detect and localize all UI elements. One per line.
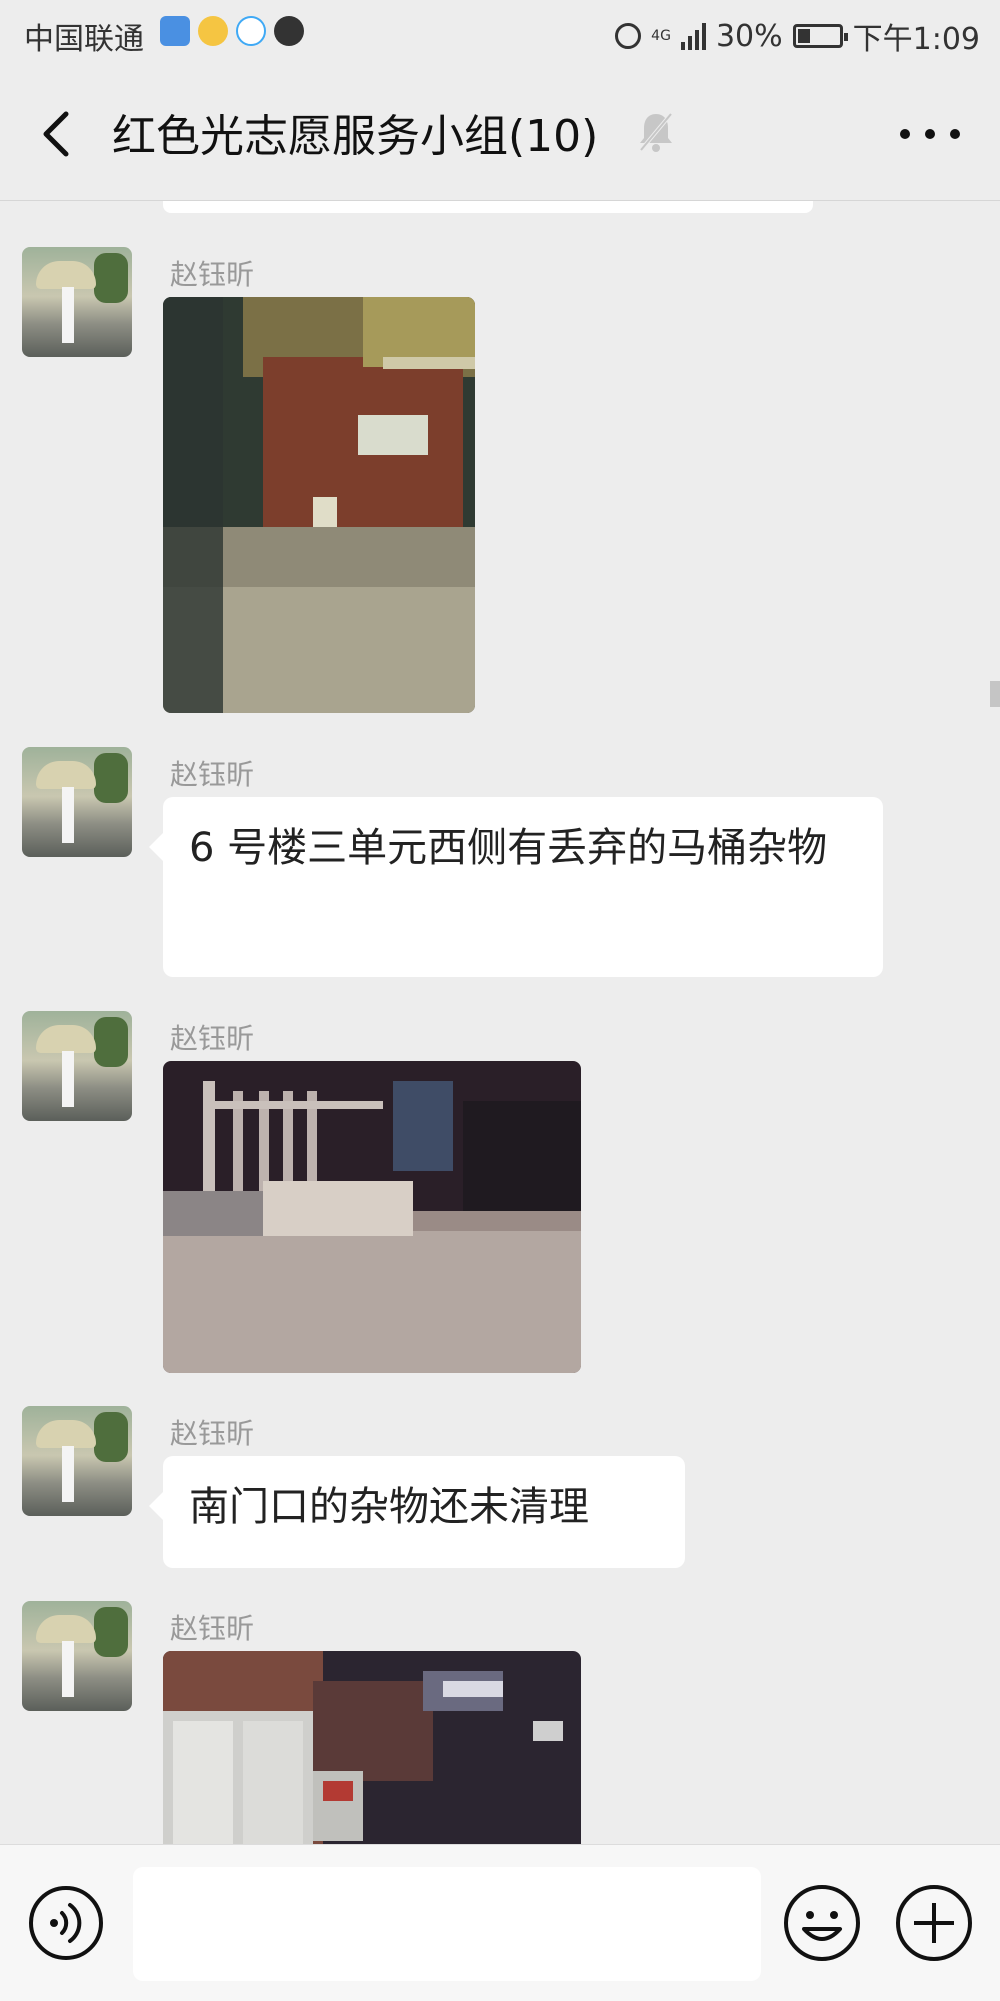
chat-header: 红色光志愿服务小组(10) xyxy=(0,66,1000,201)
alarm-icon xyxy=(615,23,642,49)
status-right: 4G 30% 下午1:09 xyxy=(615,14,980,58)
battery-icon xyxy=(792,24,848,48)
voice-icon xyxy=(29,1886,103,1960)
clock: 下午1:09 xyxy=(852,22,980,57)
signal-icon xyxy=(680,22,706,50)
photo-storefront-night xyxy=(163,1651,581,1844)
avatar[interactable] xyxy=(22,747,132,857)
more-options-button[interactable] xyxy=(900,116,960,152)
qq-icon xyxy=(236,16,266,46)
sender-name: 赵钰昕 xyxy=(170,1612,255,1645)
voice-button[interactable] xyxy=(28,1885,104,1961)
sender-name: 赵钰昕 xyxy=(170,1022,255,1055)
emoji-button[interactable] xyxy=(782,1883,862,1963)
emoji-icon xyxy=(784,1885,860,1961)
message-list[interactable]: 赵钰昕 赵钰昕 6 号楼三单元西侧有丢弃的马桶杂物 赵钰昕 赵钰昕 南门口的杂物… xyxy=(0,201,1000,1844)
photo-building-night xyxy=(163,297,475,713)
avatar[interactable] xyxy=(22,1406,132,1516)
dot-icon xyxy=(900,129,910,139)
page-title[interactable]: 红色光志愿服务小组(10) xyxy=(112,100,598,164)
sender-name: 赵钰昕 xyxy=(170,1417,255,1450)
notification-icons xyxy=(160,16,304,46)
back-button[interactable] xyxy=(30,104,86,164)
status-bar: 中国联通 4G 30% 下午1:09 xyxy=(0,0,1000,66)
dot-icon xyxy=(925,129,935,139)
shield-icon xyxy=(160,16,190,46)
sender-name: 赵钰昕 xyxy=(170,758,255,791)
avatar[interactable] xyxy=(22,1011,132,1121)
message-input[interactable] xyxy=(133,1867,761,1981)
previous-message-bubble[interactable] xyxy=(163,201,813,213)
photo-gate-night xyxy=(163,1061,581,1373)
avatar[interactable] xyxy=(22,1601,132,1711)
battery-percent: 30% xyxy=(715,18,783,54)
avatar[interactable] xyxy=(22,247,132,357)
text-message-bubble[interactable]: 6 号楼三单元西侧有丢弃的马桶杂物 xyxy=(149,797,883,977)
mail-icon xyxy=(198,16,228,46)
network-type: 4G xyxy=(651,28,671,44)
mute-bell-icon xyxy=(639,112,673,152)
sender-name: 赵钰昕 xyxy=(170,258,255,291)
more-functions-button[interactable] xyxy=(894,1883,974,1963)
chevron-left-icon xyxy=(43,111,69,157)
scrollbar[interactable] xyxy=(990,681,1000,707)
input-bar xyxy=(0,1844,1000,2001)
carrier-label: 中国联通 xyxy=(24,22,144,57)
dot-icon xyxy=(950,129,960,139)
image-message[interactable] xyxy=(163,1651,581,1844)
plus-icon xyxy=(896,1885,972,1961)
tiktok-icon xyxy=(274,16,304,46)
image-message[interactable] xyxy=(163,297,475,713)
image-message[interactable] xyxy=(163,1061,581,1373)
text-message-bubble[interactable]: 南门口的杂物还未清理 xyxy=(149,1456,685,1568)
